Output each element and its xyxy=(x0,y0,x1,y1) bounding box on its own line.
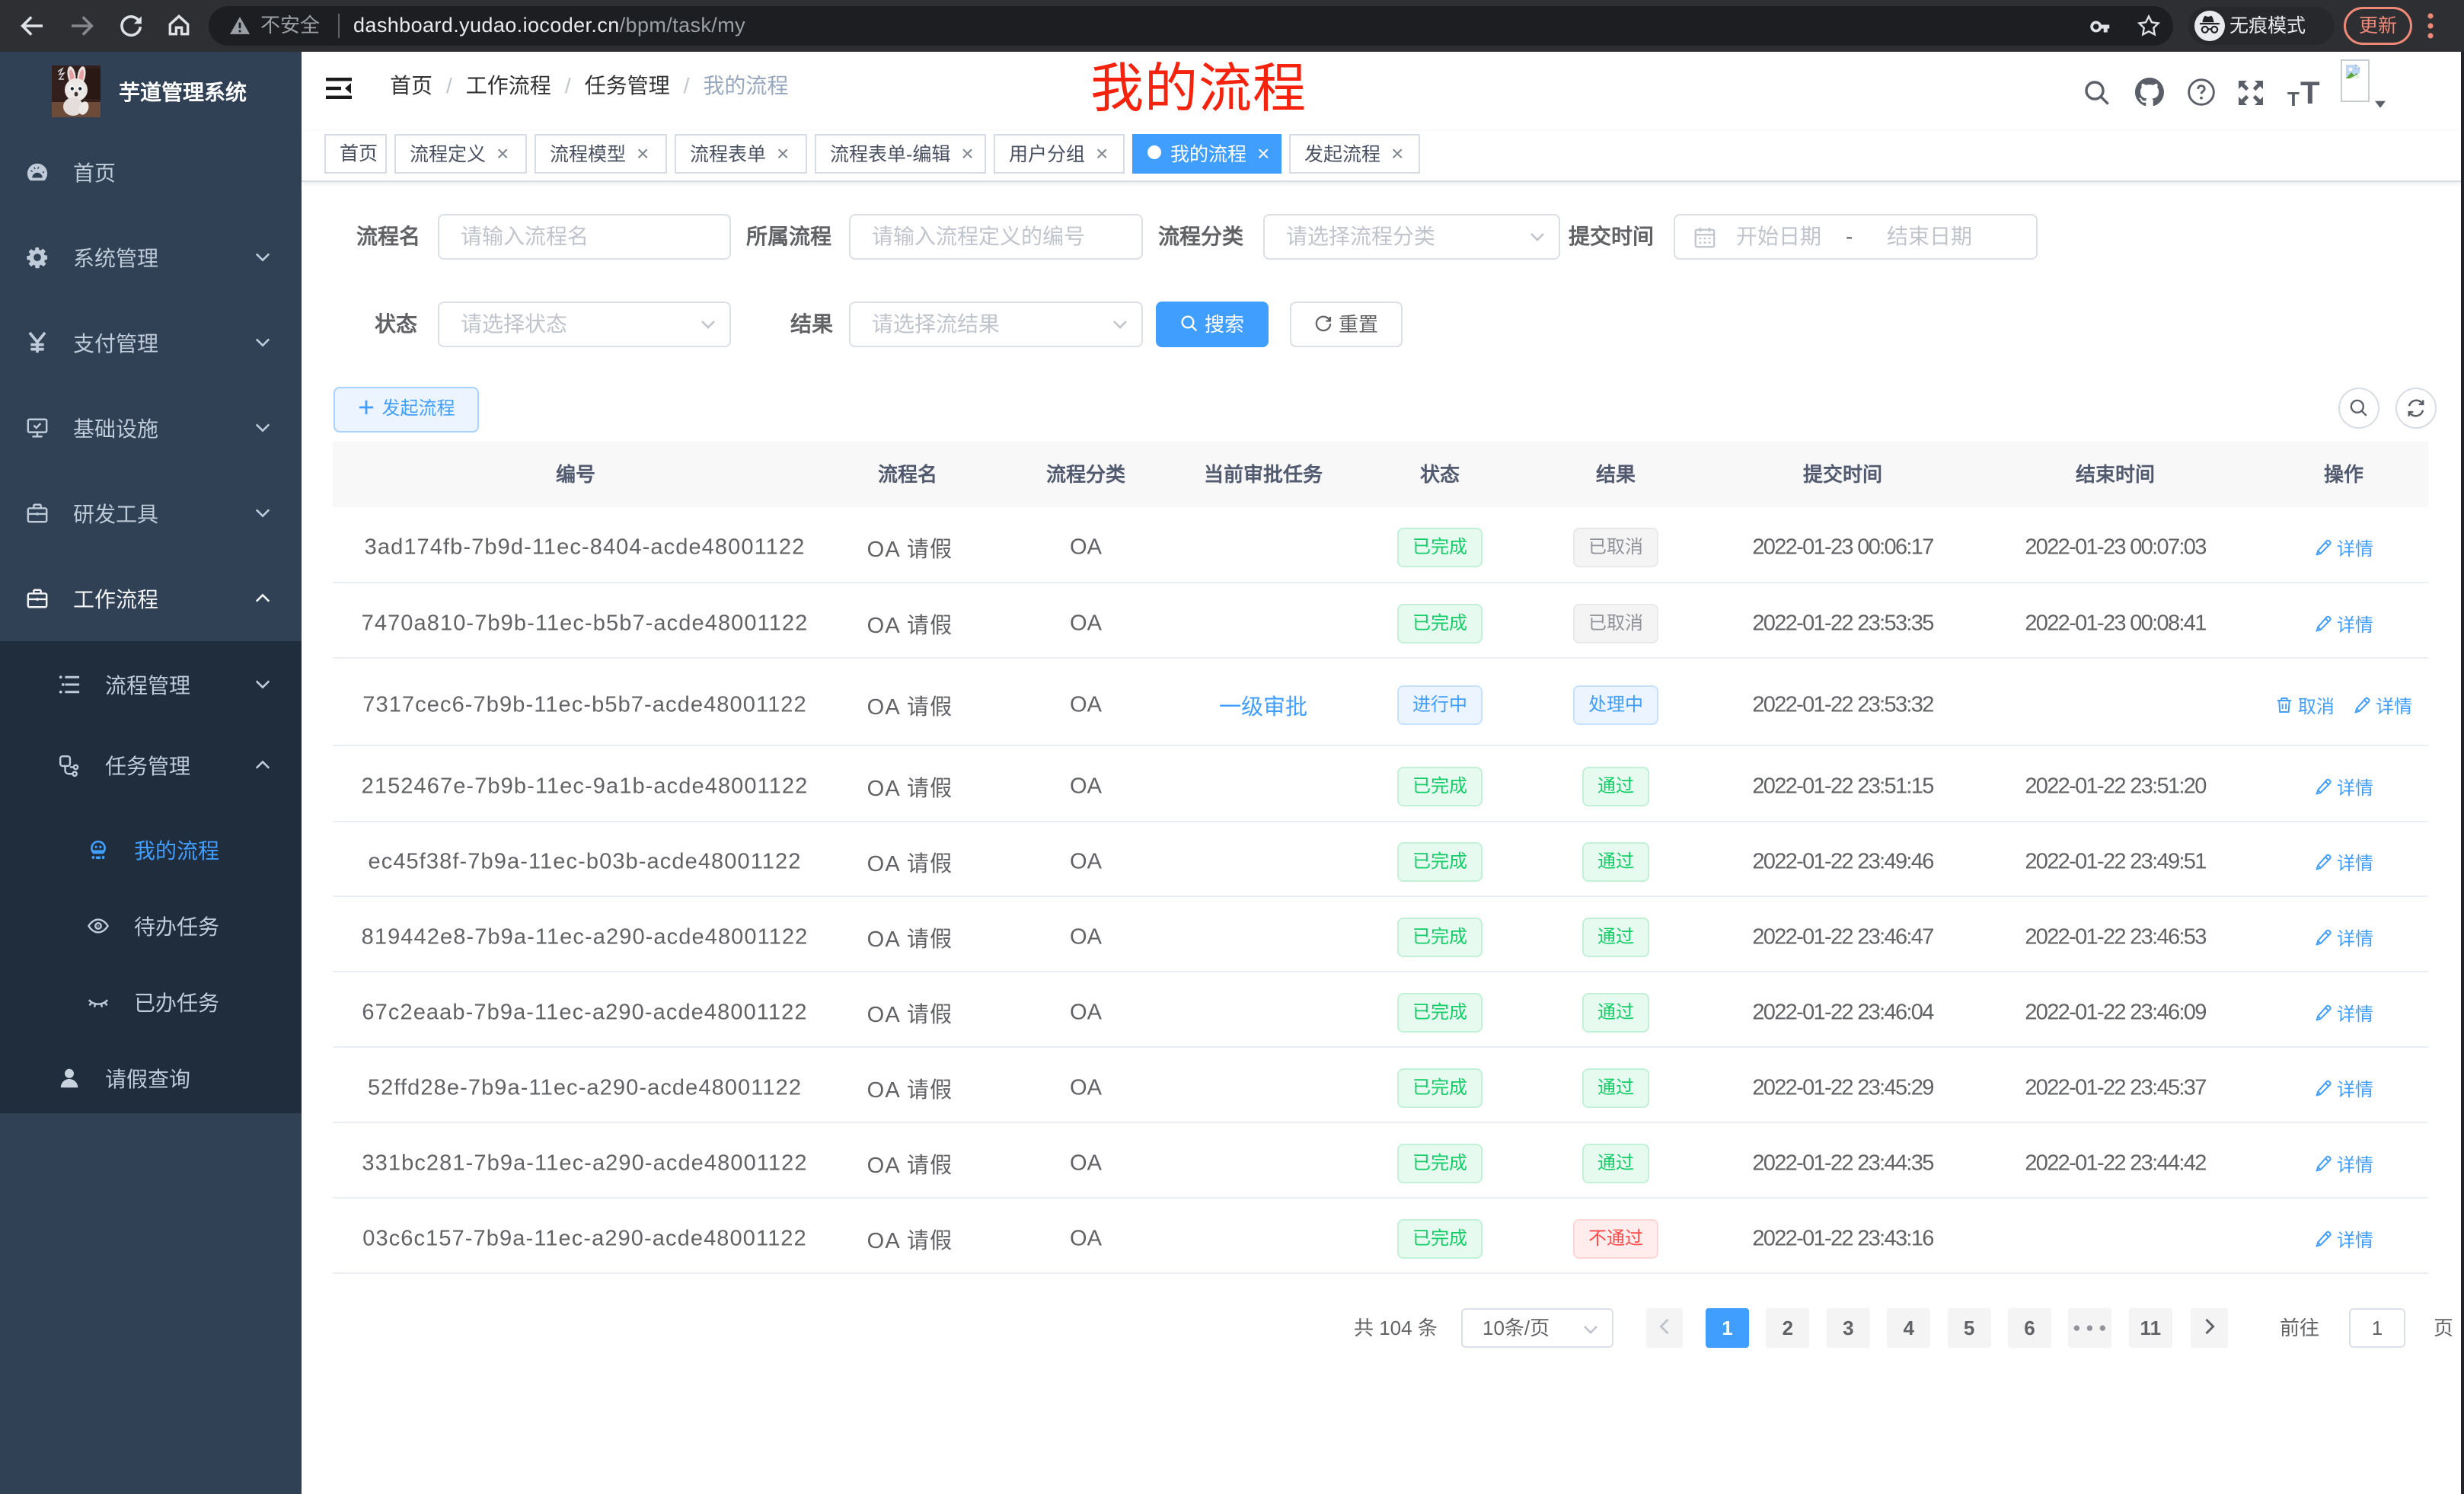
svg-text:T: T xyxy=(2287,88,2300,110)
svg-text:T: T xyxy=(2300,75,2320,110)
